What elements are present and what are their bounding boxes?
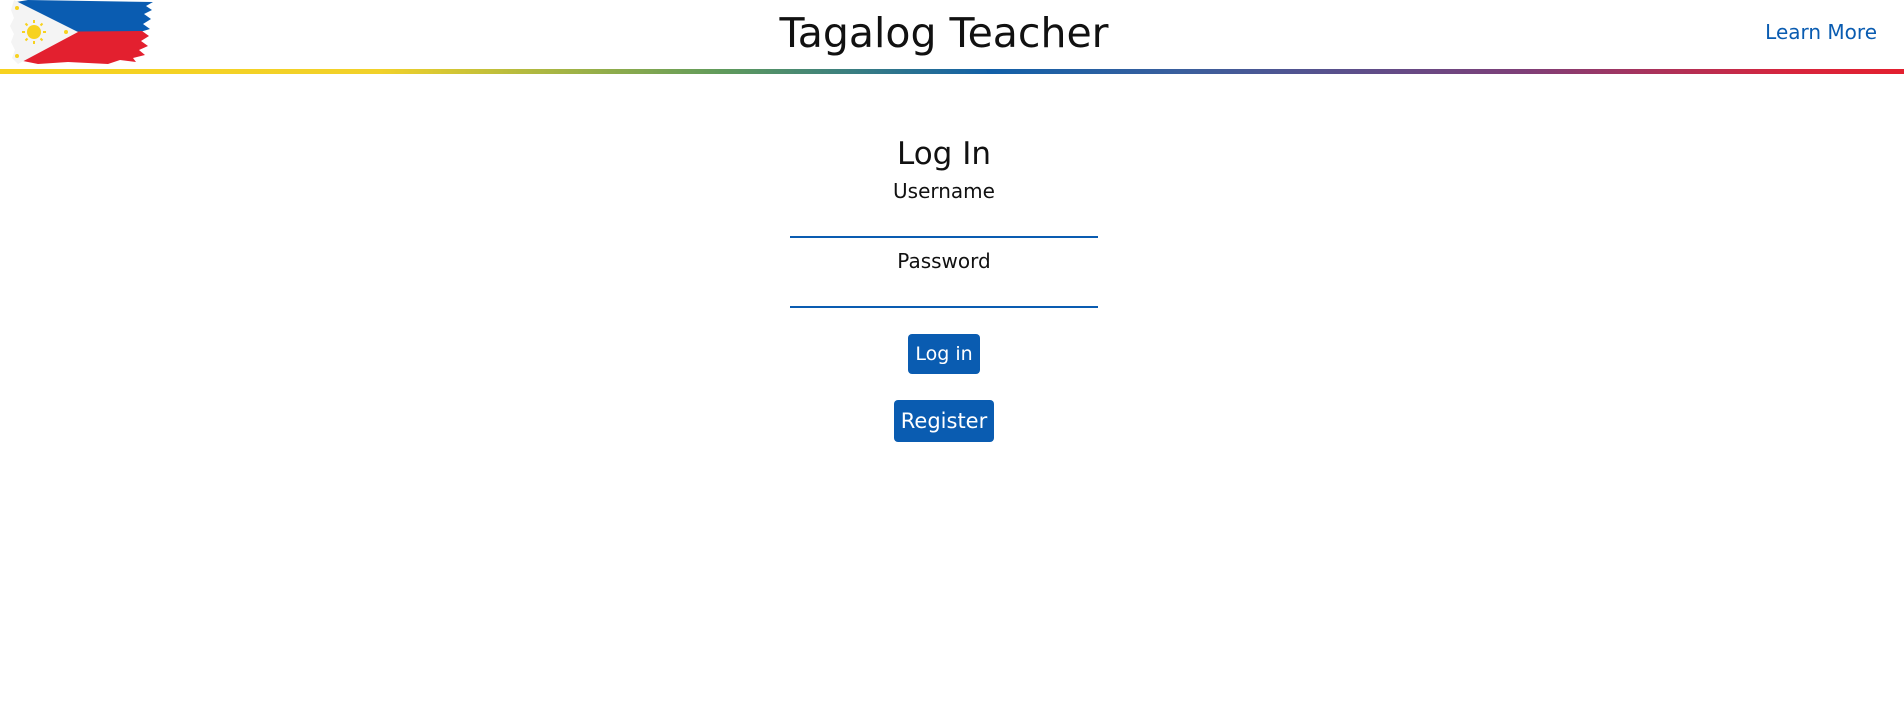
register-button-row: Register xyxy=(0,374,1888,442)
register-button[interactable]: Register xyxy=(894,400,994,442)
login-heading: Log In xyxy=(896,136,991,172)
header-divider xyxy=(0,69,1904,74)
login-button-row: Log in xyxy=(0,308,1888,374)
password-label: Password xyxy=(897,249,991,273)
top-bar: Tagalog Teacher Learn More xyxy=(0,0,1904,74)
password-field-group: Password xyxy=(790,248,1098,308)
site-title: Tagalog Teacher xyxy=(779,9,1109,57)
username-input[interactable] xyxy=(790,204,1098,238)
login-button[interactable]: Log in xyxy=(908,334,980,374)
login-form: Log In Username Password Log in Register xyxy=(0,130,1888,442)
password-input[interactable] xyxy=(790,274,1098,308)
username-field-group: Username xyxy=(790,178,1098,238)
learn-more-link[interactable]: Learn More xyxy=(1765,20,1877,44)
username-label: Username xyxy=(893,179,995,203)
